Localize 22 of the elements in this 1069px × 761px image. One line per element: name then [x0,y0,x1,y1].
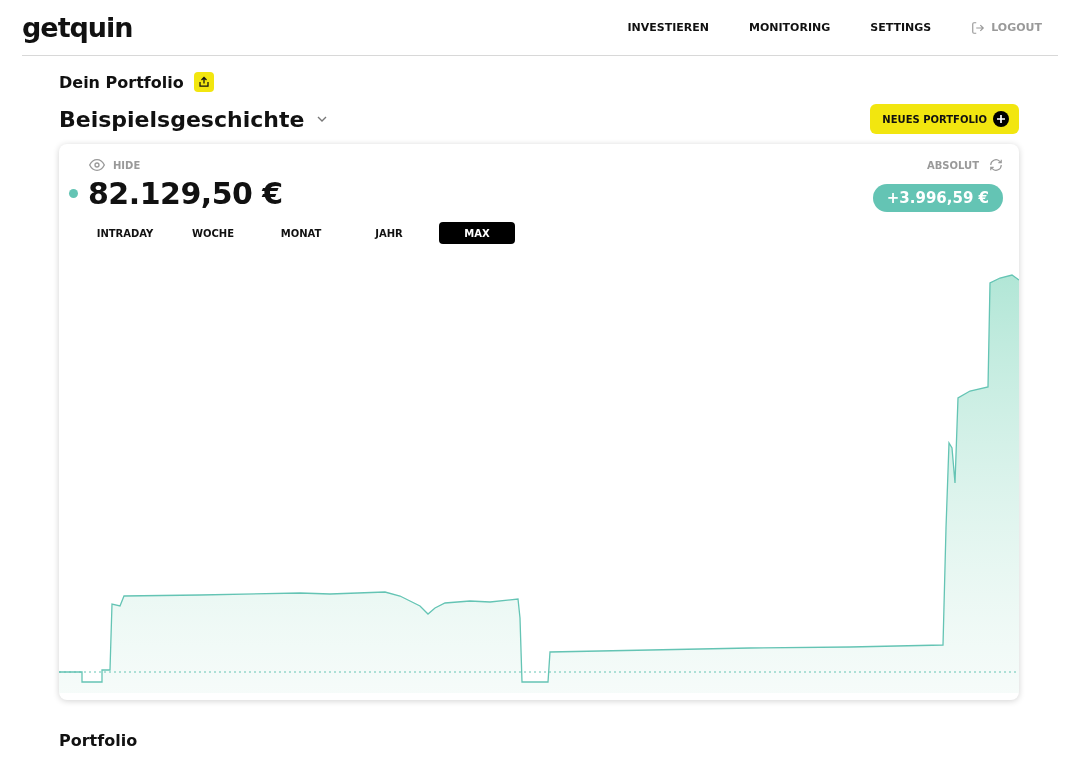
range-tab[interactable]: WOCHE [175,222,251,244]
eye-icon[interactable] [89,158,105,172]
portfolio-value: 82.129,50 € [88,176,283,211]
logout-icon [971,20,986,35]
change-badge: +3.996,59 € [872,184,1003,212]
nav-link[interactable]: SETTINGS [870,21,932,34]
nav-link[interactable]: MONITORING [749,21,831,34]
range-tab[interactable]: MAX [439,222,515,244]
section-heading: Dein Portfolio [59,72,184,92]
nav-link[interactable]: INVESTIEREN [627,21,709,34]
status-dot [69,189,78,198]
section-heading: Portfolio [59,731,139,750]
refresh-icon[interactable] [989,158,1003,172]
plus-circle-icon [993,111,1009,127]
new-portfolio-button[interactable]: NEUES PORTFOLIO [870,104,1019,134]
share-icon [197,76,210,88]
range-tab[interactable]: MONAT [263,222,339,244]
share-button[interactable] [193,72,214,92]
range-tab[interactable]: JAHR [351,222,427,244]
portfolio-name: Beispielsgeschichte [59,106,305,132]
logo: getquin [22,12,133,43]
range-tab[interactable]: INTRADAY [87,222,163,244]
